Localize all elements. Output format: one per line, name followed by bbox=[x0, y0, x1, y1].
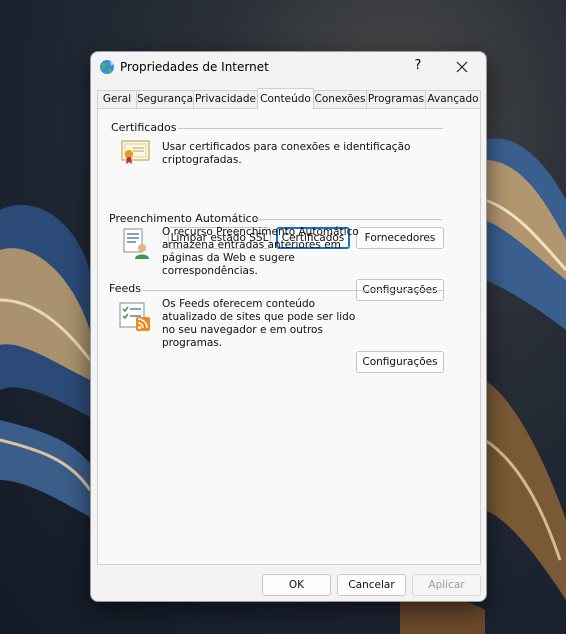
globe-icon bbox=[99, 59, 115, 75]
autocomplete-divider bbox=[255, 219, 442, 220]
certificates-divider bbox=[178, 128, 443, 129]
tab-avancado[interactable]: Avançado bbox=[425, 90, 481, 108]
tab-conexoes[interactable]: Conexões bbox=[313, 90, 367, 108]
tab-geral[interactable]: Geral bbox=[97, 90, 137, 108]
autocomplete-description: O recurso Preenchimento Automático armaz… bbox=[162, 226, 359, 277]
tab-privacidade[interactable]: Privacidade bbox=[193, 90, 258, 108]
content-tab-panel: Certificados Usar certificados para cone… bbox=[97, 108, 481, 565]
title-bar[interactable]: Propriedades de Internet ? bbox=[91, 52, 486, 82]
feeds-settings-button[interactable]: Configurações bbox=[356, 351, 444, 373]
certificate-icon bbox=[120, 137, 152, 170]
tab-strip: Geral Segurança Privacidade Conteúdo Con… bbox=[97, 88, 481, 109]
tab-conteudo[interactable]: Conteúdo bbox=[257, 88, 314, 109]
apply-button[interactable]: Aplicar bbox=[412, 574, 481, 596]
autocomplete-icon bbox=[122, 228, 152, 263]
feeds-description: Os Feeds oferecem conteúdo atualizado de… bbox=[162, 298, 356, 349]
internet-properties-dialog: Propriedades de Internet ? Geral Seguran… bbox=[90, 51, 487, 602]
certificates-description: Usar certificados para conexões e identi… bbox=[162, 141, 411, 166]
ok-button[interactable]: OK bbox=[262, 574, 331, 596]
feeds-icon bbox=[119, 302, 153, 335]
close-icon bbox=[456, 61, 468, 73]
help-button[interactable]: ? bbox=[408, 58, 428, 76]
tab-seguranca[interactable]: Segurança bbox=[136, 90, 194, 108]
close-button[interactable] bbox=[448, 56, 476, 78]
certificates-section-title: Certificados bbox=[111, 121, 177, 134]
publishers-button[interactable]: Fornecedores bbox=[356, 227, 444, 249]
autocomplete-section-title: Preenchimento Automático bbox=[109, 212, 259, 225]
tab-programas[interactable]: Programas bbox=[366, 90, 426, 108]
feeds-divider bbox=[143, 290, 444, 291]
feeds-section-title: Feeds bbox=[109, 282, 141, 295]
cancel-button[interactable]: Cancelar bbox=[337, 574, 406, 596]
window-title: Propriedades de Internet bbox=[120, 60, 269, 74]
